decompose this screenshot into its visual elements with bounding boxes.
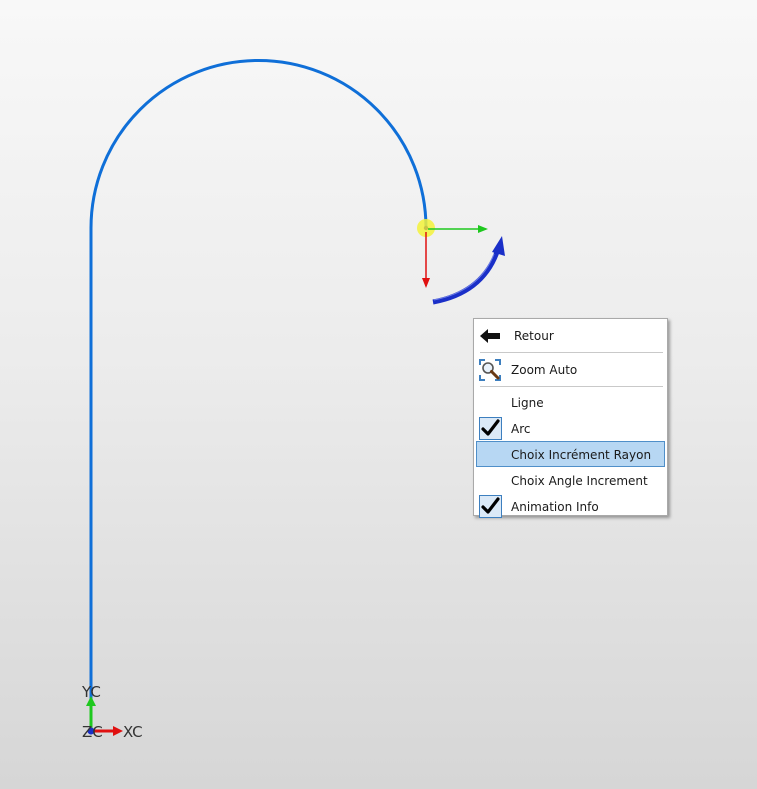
menu-item-animation-info[interactable]: Animation Info <box>476 493 665 519</box>
menu-item-zoom-auto[interactable]: Zoom Auto <box>476 355 665 384</box>
arc-end-point-dot <box>423 225 429 231</box>
sketch-curve[interactable] <box>89 59 428 735</box>
menu-item-label: Choix Angle Increment <box>511 474 648 488</box>
menu-item-choix-angle-increment[interactable]: Choix Angle Increment <box>476 467 665 493</box>
menu-item-choix-increment-rayon[interactable]: Choix Incrément Rayon <box>476 441 665 467</box>
arc-direction-handle[interactable] <box>432 236 505 305</box>
yc-axis-label: YC <box>81 683 101 701</box>
menu-item-label: Zoom Auto <box>511 363 578 377</box>
menu-item-ligne[interactable]: Ligne <box>476 389 665 415</box>
zoom-auto-icon <box>479 358 501 381</box>
zc-axis-label: ZC <box>82 723 103 741</box>
menu-separator <box>480 352 663 353</box>
menu-item-label: Ligne <box>511 396 544 410</box>
graphics-viewport[interactable]: YC XC ZC Retour Zoom Auto Ligne Arc Choi… <box>0 0 757 789</box>
menu-item-label: Arc <box>511 422 531 436</box>
xc-axis-label: XC <box>123 723 143 741</box>
menu-item-label: Choix Incrément Rayon <box>511 448 652 462</box>
back-arrow-icon <box>479 325 501 347</box>
menu-item-arc[interactable]: Arc <box>476 415 665 441</box>
menu-item-label: Animation Info <box>511 500 599 514</box>
checkmark-icon <box>478 494 502 518</box>
checkmark-icon <box>478 416 502 440</box>
context-menu: Retour Zoom Auto Ligne Arc Choix Incréme… <box>473 318 668 519</box>
menu-item-label: Retour <box>514 329 554 343</box>
menu-separator <box>480 386 663 387</box>
menu-item-retour[interactable]: Retour <box>476 321 665 350</box>
